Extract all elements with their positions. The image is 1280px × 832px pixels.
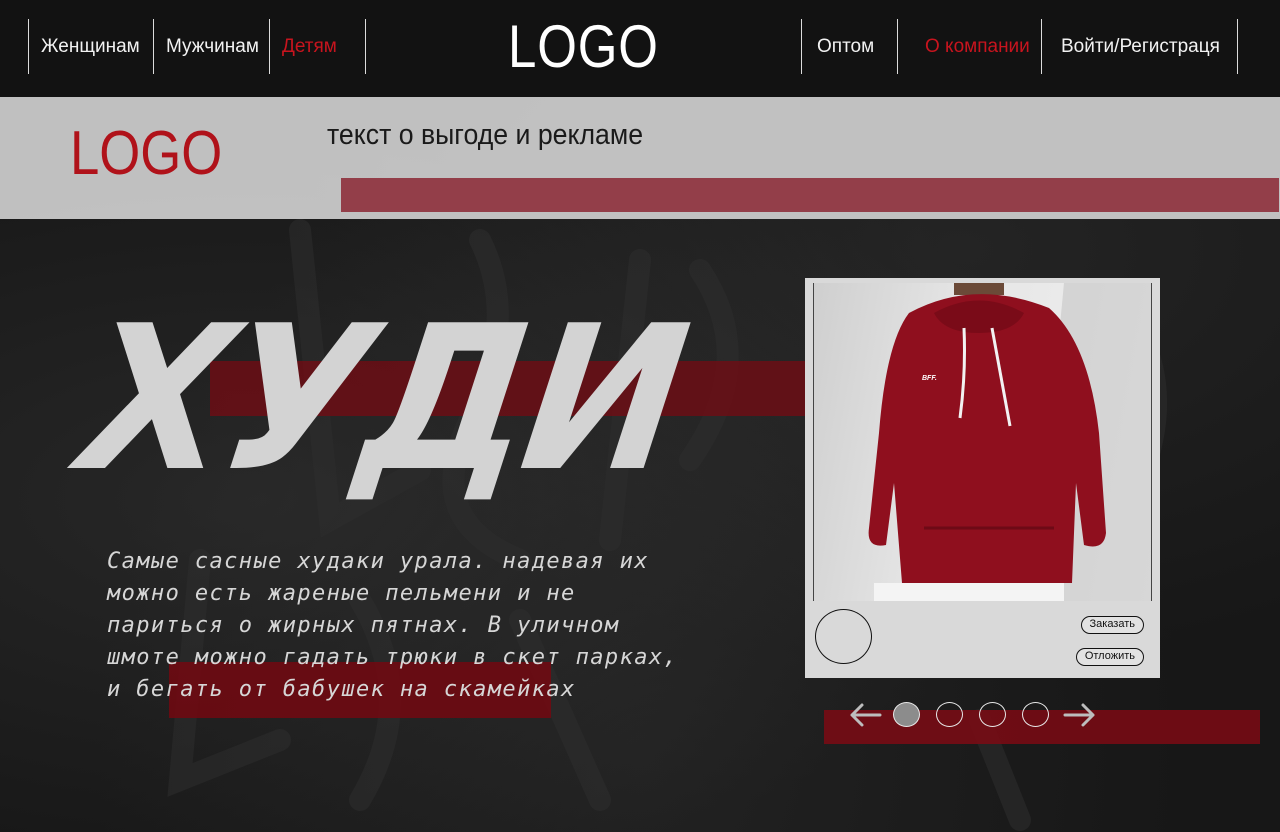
- nav-about[interactable]: О компании: [897, 19, 1042, 74]
- nav-login[interactable]: Войти/Регистраця: [1041, 19, 1238, 74]
- hoodie-illustration: [868, 283, 1151, 601]
- order-button[interactable]: Заказать: [1080, 616, 1144, 634]
- product-photo[interactable]: BFF.: [813, 283, 1152, 601]
- arrow-right-icon[interactable]: [1063, 701, 1097, 729]
- promo-accent-bar: [341, 178, 1279, 212]
- logo[interactable]: LOGO: [508, 12, 659, 81]
- hero-description: Самые сасные худаки урала. надевая их мо…: [107, 549, 679, 702]
- nav-wholesale[interactable]: Оптом: [801, 19, 898, 74]
- slider-dot-3[interactable]: [979, 702, 1006, 727]
- nav-women[interactable]: Женщинам: [28, 19, 154, 74]
- promo-logo[interactable]: LOGO: [70, 118, 222, 189]
- slider-dot-1[interactable]: [893, 702, 920, 727]
- product-card: BFF. Заказать Отложить: [805, 278, 1160, 678]
- save-for-later-button[interactable]: Отложить: [1075, 648, 1144, 666]
- nav-kids[interactable]: Детям: [269, 19, 366, 74]
- top-navigation: Женщинам Мужчинам Детям LOGO Оптом О ком…: [0, 0, 1280, 97]
- hero-title: ХУДИ: [69, 283, 695, 516]
- nav-men[interactable]: Мужчинам: [153, 19, 270, 74]
- slider-dot-2[interactable]: [936, 702, 963, 727]
- print-label: BFF.: [922, 375, 937, 382]
- promo-text: текст о выгоде и рекламе: [327, 119, 644, 151]
- avatar[interactable]: [815, 609, 872, 664]
- arrow-left-icon[interactable]: [848, 701, 882, 729]
- slider-dot-4[interactable]: [1022, 702, 1049, 727]
